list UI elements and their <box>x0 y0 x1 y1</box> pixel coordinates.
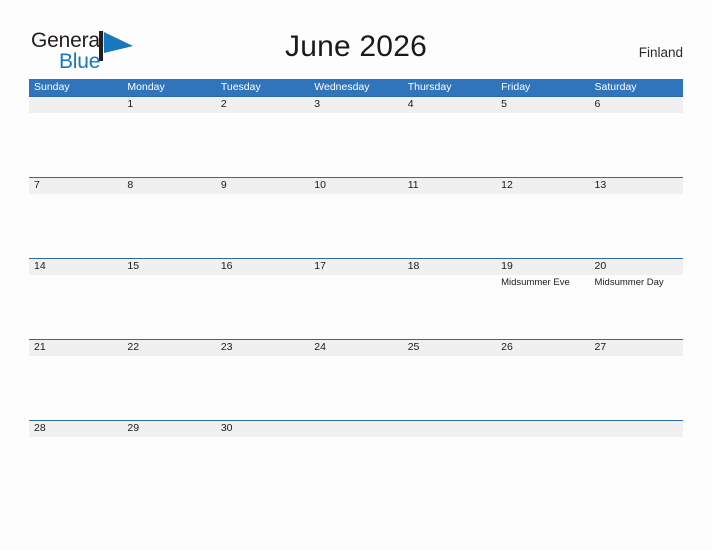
day-cell[interactable]: 1 <box>122 96 215 177</box>
day-event: Midsummer Eve <box>501 277 570 288</box>
day-number: 24 <box>314 341 326 353</box>
day-number: 15 <box>127 260 140 272</box>
weekday-header-monday: Monday <box>127 81 165 93</box>
day-number: 8 <box>127 179 134 191</box>
day-number: 1 <box>127 98 134 110</box>
week-row: 14 15 16 17 18 19 Midsummer Eve 20 Midsu… <box>29 258 683 339</box>
day-cell[interactable]: 30 <box>216 420 309 501</box>
day-cell[interactable]: 25 <box>403 339 496 420</box>
day-number: 25 <box>407 341 420 353</box>
day-cell[interactable] <box>29 96 122 177</box>
day-number: 30 <box>220 422 233 434</box>
day-cell[interactable] <box>496 420 589 501</box>
day-cell[interactable]: 10 <box>309 177 402 258</box>
day-number: 13 <box>594 179 607 191</box>
day-cell[interactable]: 5 <box>496 96 589 177</box>
day-cell[interactable]: 2 <box>216 96 309 177</box>
day-cell[interactable] <box>403 420 496 501</box>
week-row: 21 22 23 24 25 26 27 <box>29 339 683 420</box>
day-cell[interactable]: 23 <box>216 339 309 420</box>
day-number: 11 <box>407 179 419 191</box>
day-cell[interactable]: 18 <box>403 258 496 339</box>
day-cell[interactable]: 21 <box>29 339 122 420</box>
day-number: 3 <box>314 98 321 110</box>
day-cell[interactable]: 13 <box>590 177 683 258</box>
calendar-page: General Blue June 2026 Finland Sunday Mo… <box>0 0 712 550</box>
day-number: 26 <box>501 341 513 353</box>
day-number: 22 <box>127 341 140 353</box>
day-cell[interactable]: 27 <box>590 339 683 420</box>
day-number: 5 <box>501 98 507 110</box>
day-number: 19 <box>501 260 513 272</box>
week-row: 1 2 3 4 5 6 <box>29 96 683 177</box>
day-cell[interactable] <box>309 420 402 501</box>
day-number: 2 <box>220 98 227 110</box>
page-title: June 2026 <box>285 30 427 63</box>
day-number: 21 <box>34 341 46 353</box>
day-number: 28 <box>34 422 46 434</box>
day-cell[interactable]: 26 <box>496 339 589 420</box>
day-cell[interactable]: 16 <box>216 258 309 339</box>
day-cell[interactable]: 11 <box>403 177 496 258</box>
page-header: General Blue June 2026 Finland <box>0 0 712 78</box>
day-number: 29 <box>127 422 140 434</box>
day-cell[interactable]: 8 <box>122 177 215 258</box>
weekday-header-sunday: Sunday <box>34 81 70 93</box>
weekday-header-friday: Friday <box>501 81 531 93</box>
day-number: 23 <box>220 341 233 353</box>
day-cell[interactable] <box>590 420 683 501</box>
day-number: 16 <box>220 260 233 272</box>
day-number: 14 <box>34 260 46 272</box>
day-number: 12 <box>501 179 513 191</box>
weekday-header-wednesday: Wednesday <box>314 81 370 93</box>
day-cell[interactable]: 7 <box>29 177 122 258</box>
day-cell[interactable]: 3 <box>309 96 402 177</box>
day-event: Midsummer Day <box>594 277 664 288</box>
day-cell[interactable]: 29 <box>122 420 215 501</box>
week-row: 28 29 30 <box>29 420 683 501</box>
day-cell[interactable]: 15 <box>122 258 215 339</box>
weekday-header-thursday: Thursday <box>407 81 452 93</box>
day-cell[interactable]: 19 Midsummer Eve <box>496 258 589 339</box>
day-number: 17 <box>314 260 326 272</box>
day-cell[interactable]: 22 <box>122 339 215 420</box>
weekday-header-row: Sunday Monday Tuesday Wednesday Thursday… <box>29 79 683 96</box>
day-number: 4 <box>407 98 414 110</box>
day-number: 9 <box>220 179 227 191</box>
day-number: 20 <box>594 260 607 272</box>
day-number: 10 <box>314 179 326 191</box>
week-row: 7 8 9 10 11 12 13 <box>29 177 683 258</box>
day-cell[interactable]: 4 <box>403 96 496 177</box>
day-cell[interactable]: 17 <box>309 258 402 339</box>
day-number: 7 <box>34 179 40 191</box>
day-number: 6 <box>594 98 601 110</box>
calendar-grid: Sunday Monday Tuesday Wednesday Thursday… <box>29 79 683 501</box>
day-number: 27 <box>594 341 607 353</box>
weekday-header-tuesday: Tuesday <box>220 81 261 93</box>
day-cell[interactable]: 28 <box>29 420 122 501</box>
day-number: 18 <box>407 260 420 272</box>
day-cell[interactable]: 9 <box>216 177 309 258</box>
day-cell[interactable]: 24 <box>309 339 402 420</box>
day-cell[interactable]: 6 <box>590 96 683 177</box>
day-cell[interactable]: 12 <box>496 177 589 258</box>
day-cell[interactable]: 14 <box>29 258 122 339</box>
weekday-header-saturday: Saturday <box>594 81 637 93</box>
region-label: Finland <box>638 45 683 60</box>
day-cell[interactable]: 20 Midsummer Day <box>590 258 683 339</box>
